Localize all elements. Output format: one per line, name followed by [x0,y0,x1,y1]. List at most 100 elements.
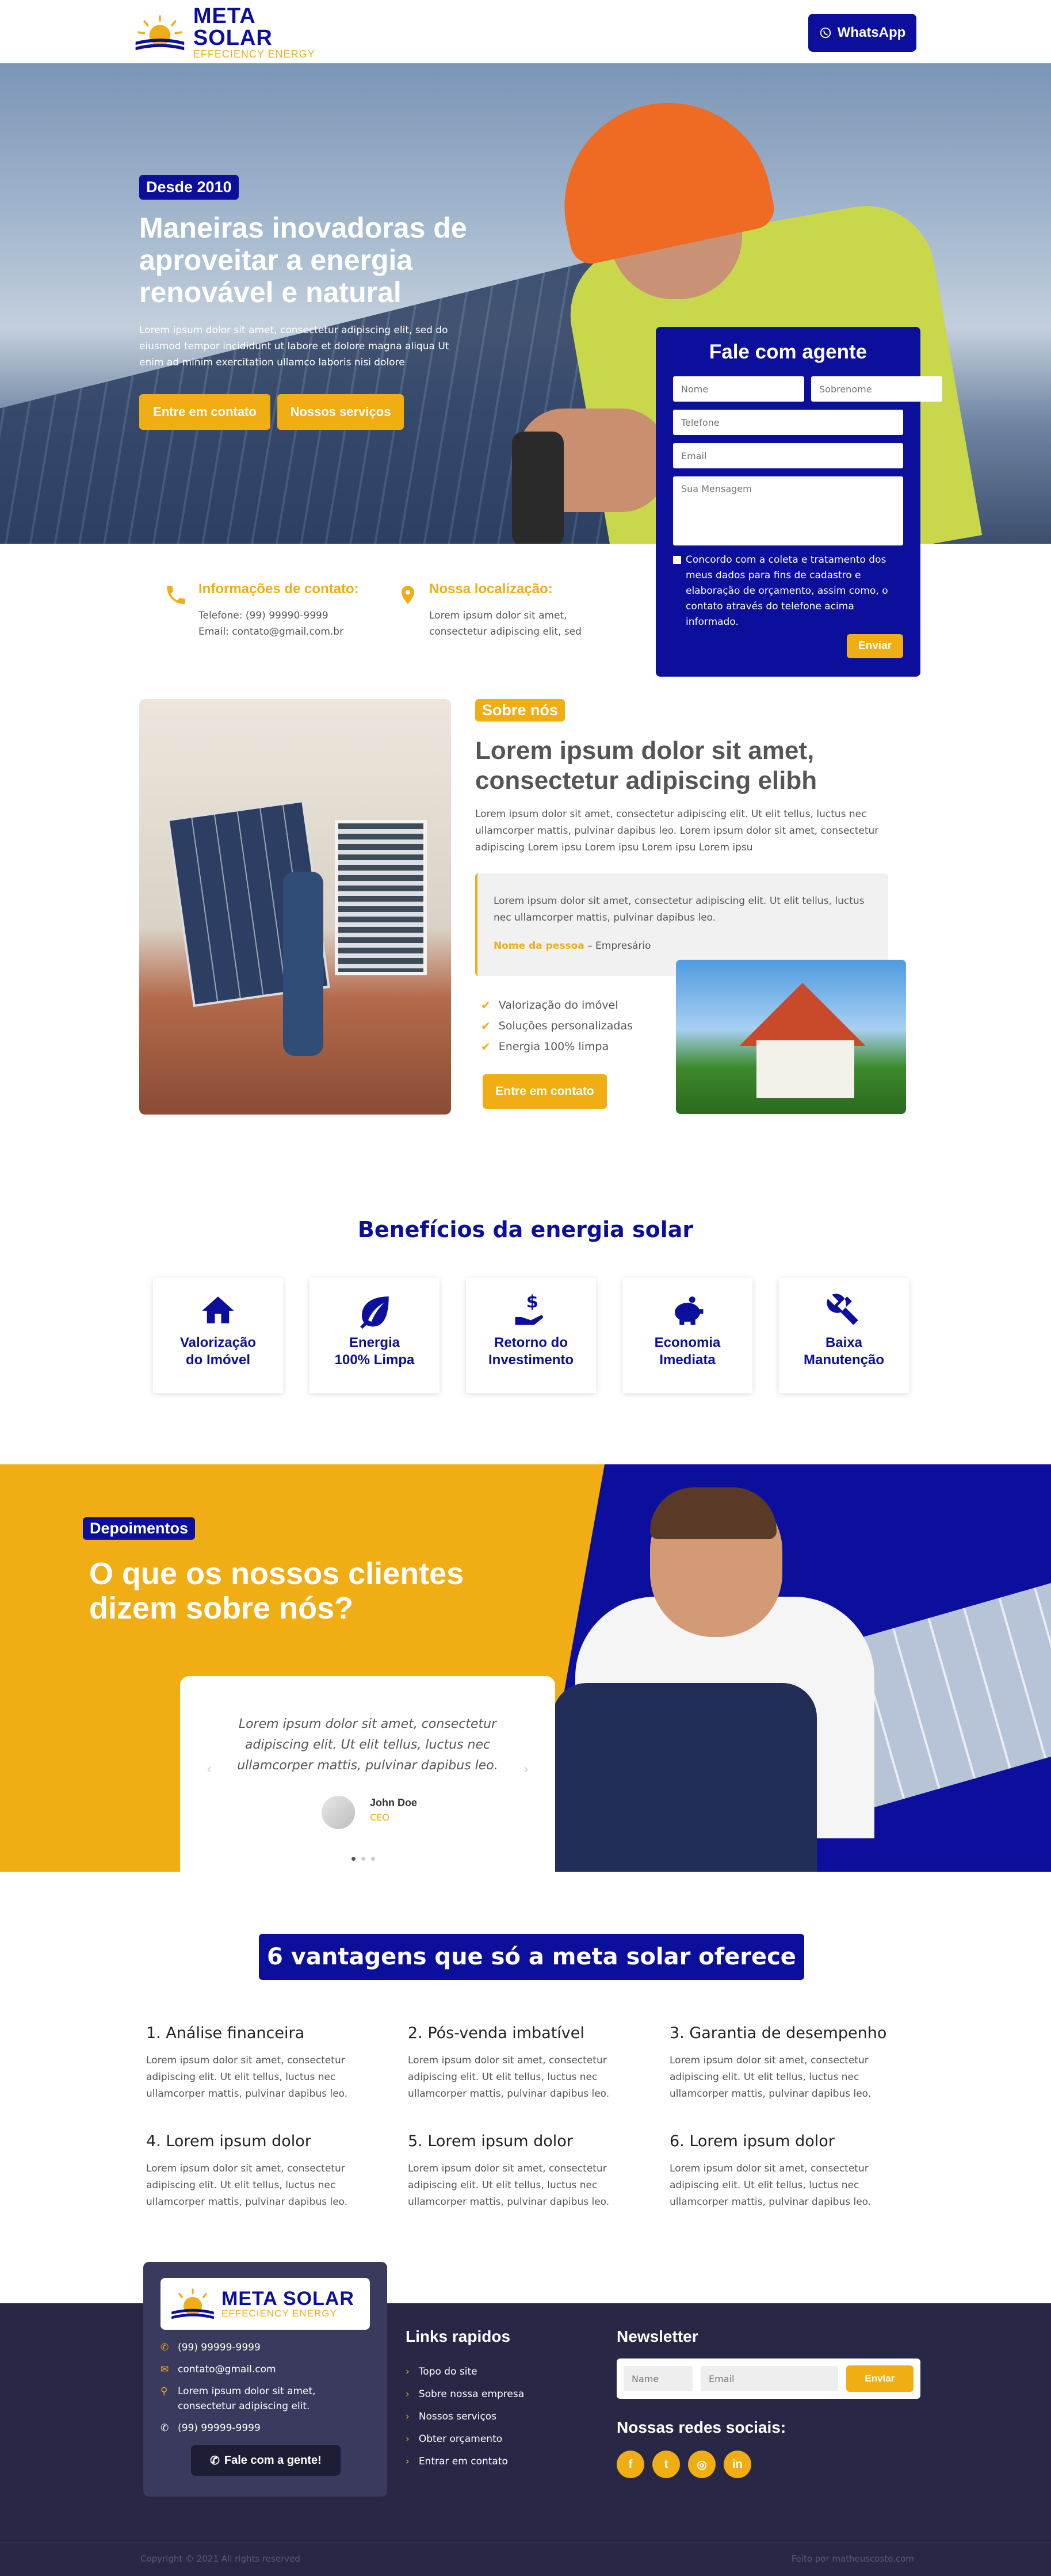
leaf-icon [360,1296,389,1329]
testimonials-worker-hair [650,1487,777,1539]
footer-link[interactable]: › Nossos serviços [406,2406,524,2428]
hero-drill [512,432,564,544]
about-image-worker [283,872,323,1056]
piggy-bank-icon [675,1296,704,1325]
instagram-icon[interactable]: ◎ [688,2451,716,2478]
home-icon [202,1296,234,1323]
advantage-item: 5. Lorem ipsum dolor Lorem ipsum dolor si… [408,2132,670,2211]
check-icon: ✔ [481,998,491,1012]
advantage-item: 4. Lorem ipsum dolor Lorem ipsum dolor si… [146,2132,408,2211]
contact-form-card: Fale com agente Concordo com a coleta e … [656,327,942,677]
advantage-text: Lorem ipsum dolor sit amet, consectetur … [146,2163,348,2208]
advantage-text: Lorem ipsum dolor sit amet, consectetur … [146,2055,348,2100]
footer-link-label: Obter orçamento [418,2433,503,2445]
email-input[interactable] [673,443,903,468]
about-contact-button[interactable]: Entre em contato [483,1074,607,1109]
logo-name: META SOLAR [193,4,273,51]
footer-link-label: Sobre nossa empresa [418,2388,525,2400]
testimonial-card: ‹ › Lorem ipsum dolor sit amet, consecte… [180,1676,555,1872]
footer-link-label: Topo do site [418,2366,477,2377]
about-quote-name: Nome da pessoa [494,940,584,952]
advantage-text: Lorem ipsum dolor sit amet, consectetur … [670,2163,872,2208]
phone-icon: ✆ [160,2342,169,2353]
avatar [322,1796,355,1829]
testimonials-worker-overall [552,1683,817,1872]
about-check-list: ✔ Valorização do imóvel ✔ Soluções persona… [481,995,633,1057]
credit-link[interactable]: Feito por matheuscosto.com [792,2554,914,2564]
facebook-icon[interactable]: f [617,2451,644,2478]
benefit-label-1: Energia [349,1335,400,1350]
carousel-next-icon[interactable]: › [523,1762,529,1777]
advantage-title: 3. Garantia de desempenho [670,2024,887,2042]
advantage-title: 4. Lorem ipsum dolor [146,2132,311,2150]
footer-link[interactable]: › Topo do site [406,2361,524,2383]
message-textarea[interactable] [673,476,903,545]
advantage-item: 6. Lorem ipsum dolor Lorem ipsum dolor si… [670,2132,931,2211]
footer-talk-button[interactable]: ✆ Fale com a gente! [191,2445,341,2476]
advantage-title: 2. Pós-venda imbatível [408,2024,584,2042]
site-header: META SOLAR EFFECIENCY ENERGY WhatsApp [0,0,1051,63]
house-wall [756,1040,854,1098]
form-submit-button[interactable]: Enviar [847,634,903,658]
consent-checkbox[interactable] [673,556,681,564]
about-quote-author: Nome da pessoa – Empresário [494,940,872,952]
footer-link[interactable]: › Sobre nossa empresa [406,2383,524,2406]
footer-link[interactable]: › Entrar em contato [406,2451,524,2473]
linkedin-icon[interactable]: in [724,2451,751,2478]
footer-links: › Topo do site › Sobre nossa empresa › Noss… [406,2361,524,2473]
benefit-label-2: 100% Limpa [334,1352,415,1368]
footer-link[interactable]: › Obter orçamento [406,2428,524,2451]
benefit-card: Valorização do Imóvel [153,1278,283,1393]
footer-links-title: Links rapidos [406,2327,511,2345]
check-icon: ✔ [481,1019,491,1033]
newsletter-name-input[interactable] [624,2366,693,2391]
benefit-label-2: do Imóvel [185,1352,251,1368]
hand-dollar-icon: $ [515,1292,543,1325]
site-logo[interactable]: META SOLAR EFFECIENCY ENERGY [133,5,329,60]
footer-logo-text: META SOLAR EFFECIENCY ENERGY [221,2289,354,2319]
footer-email: ✉ contato@gmail.com [160,2362,370,2377]
benefit-label-2: Manutenção [803,1352,884,1368]
surname-input[interactable] [811,376,942,402]
footer-logo[interactable]: META SOLAR EFFECIENCY ENERGY [160,2278,370,2330]
hero-services-button[interactable]: Nossos serviços [277,394,404,430]
location-pin-icon: ⚲ [160,2386,168,2397]
hero-contact-button[interactable]: Entre em contato [139,394,270,430]
phone-input[interactable] [673,410,903,435]
carousel-prev-icon[interactable]: ‹ [207,1762,212,1777]
footer-address: ⚲ Lorem ipsum dolor sit amet, consectetur… [160,2384,370,2414]
about-quote-text: Lorem ipsum dolor sit amet, consectetur … [494,895,865,923]
benefit-card: Economia Imediata [622,1278,752,1393]
carousel-dot[interactable] [361,1857,365,1861]
benefit-label-1: Baixa [825,1335,863,1350]
carousel-dot[interactable] [371,1857,375,1861]
advantage-title: 6. Lorem ipsum dolor [670,2132,835,2150]
testimonials-section: Depoimentos O que os nossos clientes diz… [0,1464,1051,1872]
phone-icon [167,586,185,604]
check-label: Soluções personalizadas [498,1020,633,1032]
check-label: Valorização do imóvel [498,999,618,1012]
advantage-item: 2. Pós-venda imbatível Lorem ipsum dolor … [408,2024,670,2102]
advantage-item: 1. Análise financeira Lorem ipsum dolor s… [146,2024,408,2102]
sun-logo-icon [135,15,185,51]
advantage-text: Lorem ipsum dolor sit amet, consectetur … [670,2055,872,2100]
name-input[interactable] [673,376,804,402]
whatsapp-button[interactable]: WhatsApp [808,14,916,52]
twitter-icon[interactable]: t [652,2451,680,2478]
newsletter-email-input[interactable] [701,2366,838,2391]
footer-address-text: Lorem ipsum dolor sit amet, consectetur … [178,2386,316,2412]
newsletter-submit-button[interactable]: Enviar [846,2365,914,2392]
benefit-label-2: Investimento [488,1352,574,1368]
advantage-item: 3. Garantia de desempenho Lorem ipsum dol… [670,2024,931,2102]
hero-title: Maneiras inovadoras de aproveitar a ener… [139,212,467,308]
benefit-card: Baixa Manutenção [779,1278,909,1393]
footer-logo-name: META SOLAR [221,2287,354,2310]
chevron-right-icon: › [406,2456,410,2467]
logo-tagline: EFFECIENCY ENERGY [193,48,315,60]
about-text: Lorem ipsum dolor sit amet, consectetur … [475,808,879,853]
carousel-dot[interactable] [351,1857,356,1861]
about-quote-role: – Empresário [584,940,651,952]
location-block: Nossa localização: Lorem ipsum dolor sit… [397,581,596,640]
footer-link-label: Nossos serviços [418,2411,496,2422]
contact-phone: Telefone: (99) 99990-9999 [198,610,328,621]
